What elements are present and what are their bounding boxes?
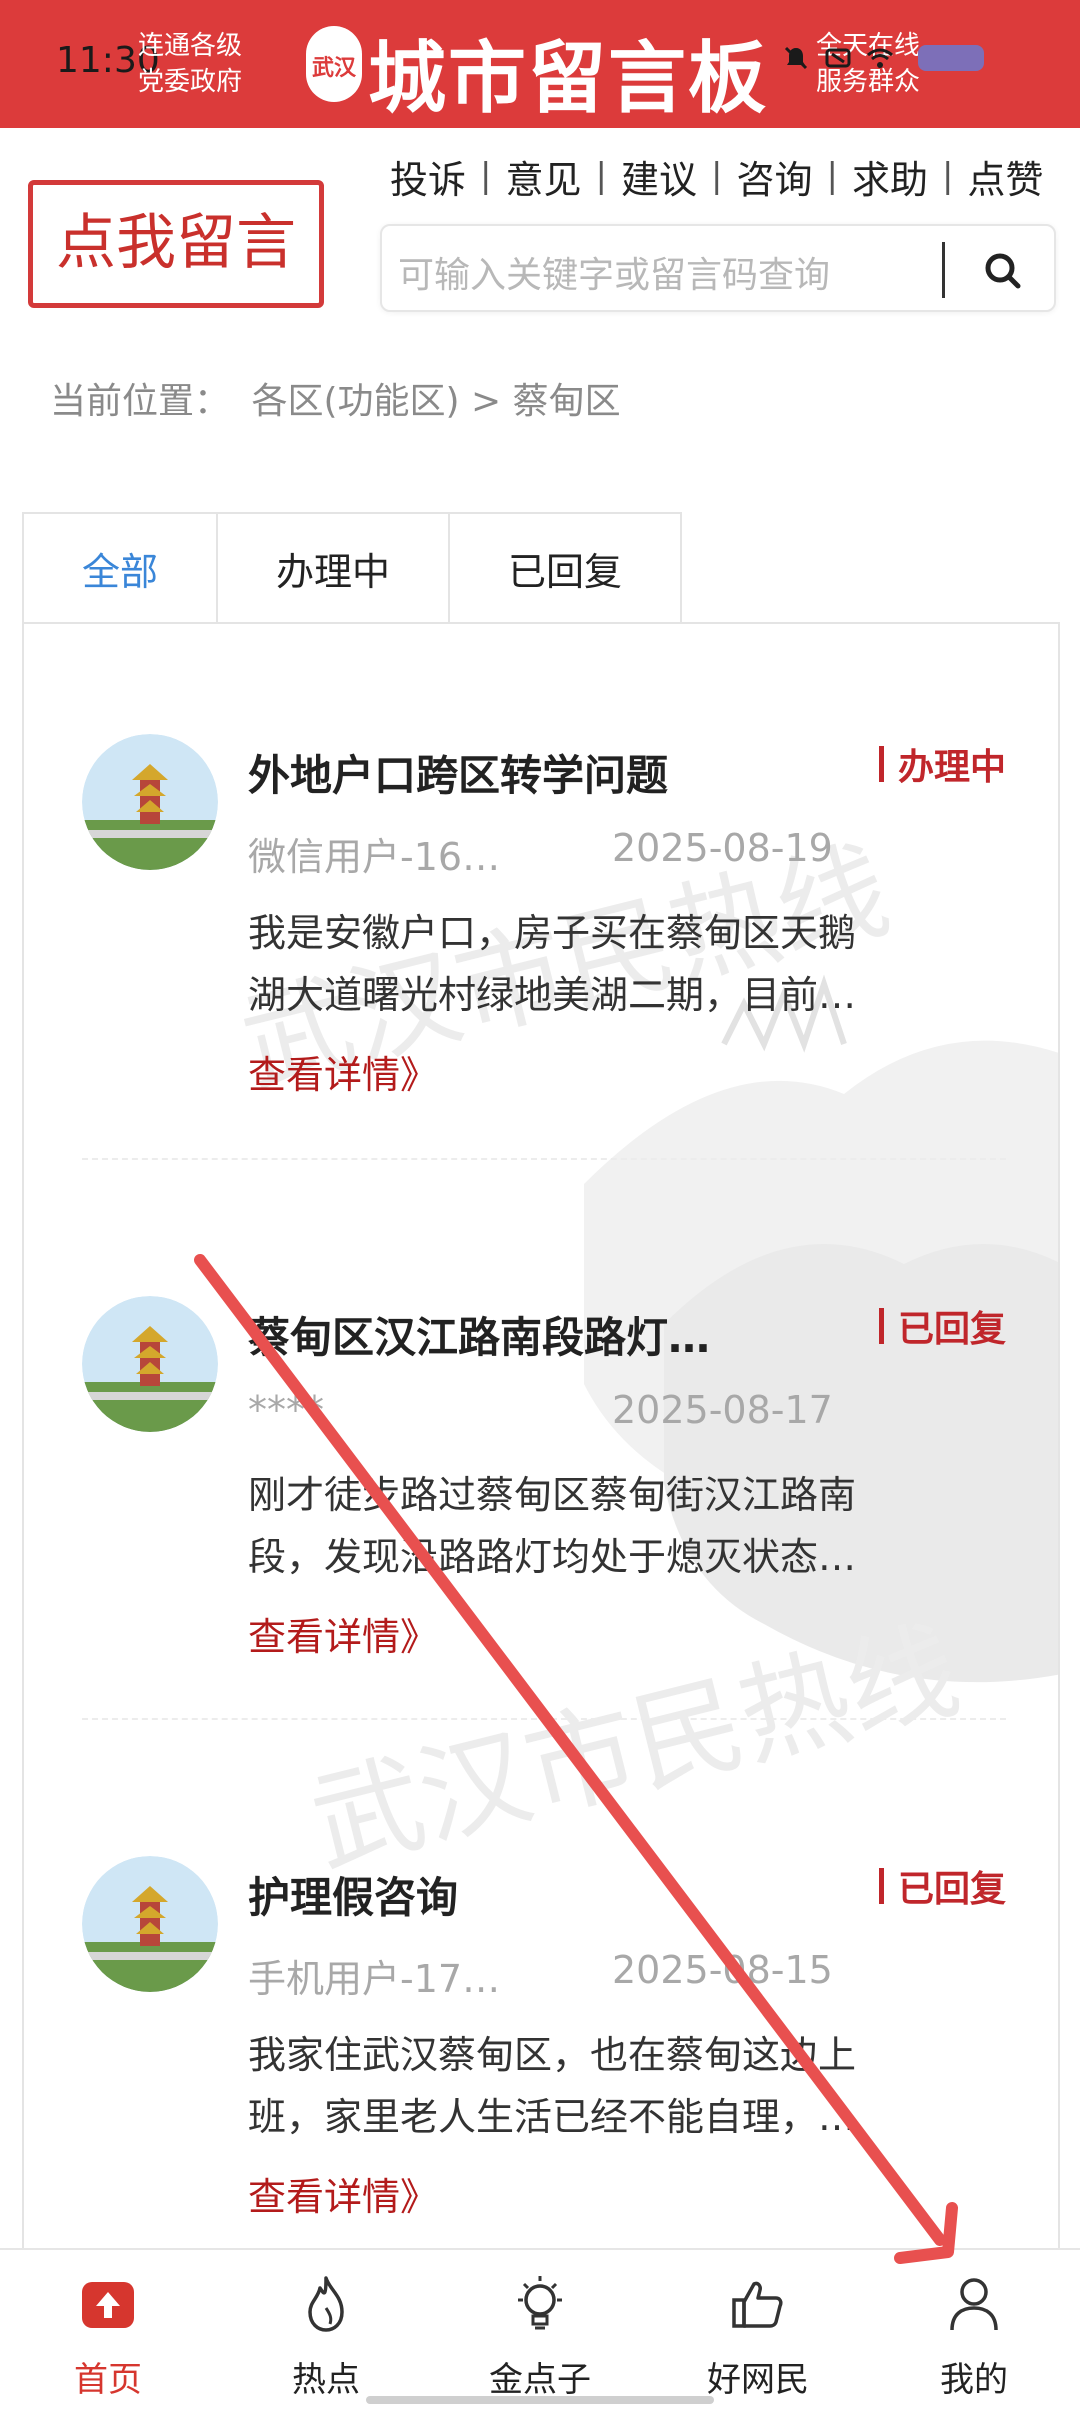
- message-body-line: 我家住武汉蔡甸区，也在蔡甸这边上: [248, 2033, 857, 2077]
- search-box[interactable]: 可输入关键字或留言码查询: [380, 224, 1056, 312]
- search-divider: [942, 242, 945, 298]
- status-badge-text: 办理中: [897, 747, 1006, 788]
- view-details-link[interactable]: 查看详情》: [248, 1044, 438, 1099]
- nav-home[interactable]: 首页: [28, 2250, 188, 2410]
- top-banner: 11:30 连通各级 党委政府 武汉 城市留言板 全天在线 服务群众: [0, 0, 1080, 128]
- list-item[interactable]: 蔡甸区汉江路南段路灯… 已回复 **** 2025-08-17 刚才徒步路过蔡甸…: [82, 1296, 1006, 1659]
- message-title[interactable]: 蔡甸区汉江路南段路灯…: [248, 1304, 768, 1365]
- message-list: 武汉市民热线 武汉市民热线 外地户口跨区转学问题 办理中 微信用户-16… 20…: [22, 622, 1060, 2262]
- nav-mine[interactable]: 我的: [894, 2250, 1054, 2410]
- person-icon: [950, 2278, 998, 2331]
- avatar: [82, 1856, 218, 1992]
- banner-slogan-left-line2: 党委政府: [138, 67, 243, 97]
- message-title[interactable]: 外地户口跨区转学问题: [248, 742, 768, 803]
- banner-slogan-left: 连通各级 党委政府: [138, 28, 242, 100]
- breadcrumb: 当前位置： 各区(功能区) > 蔡甸区: [50, 372, 621, 424]
- wifi-icon: [867, 48, 893, 68]
- message-user: ****: [248, 1388, 324, 1432]
- message-date: 2025-08-15: [612, 1948, 833, 1992]
- nav-good-netizen-label: 好网民: [707, 2360, 809, 2400]
- battery-icon: [918, 45, 984, 71]
- search-icon[interactable]: [962, 236, 1042, 304]
- mute-bell-icon: [784, 46, 808, 70]
- category-link-opinion[interactable]: 意见: [505, 149, 581, 204]
- message-date: 2025-08-17: [612, 1388, 833, 1432]
- signal-icon: [825, 48, 851, 68]
- breadcrumb-label: 当前位置：: [50, 381, 231, 422]
- list-item[interactable]: 护理假咨询 已回复 手机用户-17… 2025-08-15 我家住武汉蔡甸区，也…: [82, 1856, 1006, 2219]
- message-user: 微信用户-16…: [248, 835, 501, 879]
- message-body: 我是安徽户口，房子买在蔡甸区天鹅 湖大道曙光村绿地美湖二期，目前…: [248, 902, 1006, 1026]
- message-body: 刚才徒步路过蔡甸区蔡甸街汉江路南 段，发现沿路路灯均处于熄灭状态…: [248, 1464, 1006, 1588]
- nav-mine-label: 我的: [940, 2360, 1008, 2400]
- nav-hot[interactable]: 热点: [246, 2250, 406, 2410]
- message-body-line: 我是安徽户口，房子买在蔡甸区天鹅: [248, 911, 857, 955]
- home-upload-icon: [82, 2282, 134, 2328]
- nav-hot-label: 热点: [292, 2360, 360, 2400]
- home-indicator[interactable]: [366, 2396, 714, 2404]
- avatar: [82, 1296, 218, 1432]
- status-icons: [782, 44, 984, 72]
- filter-tabs: 全部 办理中 已回复: [22, 512, 682, 624]
- banner-title: 城市留言板: [368, 33, 769, 124]
- status-badge-text: 已回复: [897, 1309, 1006, 1350]
- message-title[interactable]: 护理假咨询: [248, 1864, 768, 1925]
- nav-good-netizen[interactable]: 好网民: [678, 2250, 838, 2410]
- category-link-praise[interactable]: 点赞: [967, 149, 1043, 204]
- bottom-nav: 首页 热点 金点子 好网民 我的: [0, 2248, 1080, 2408]
- message-body-line: 刚才徒步路过蔡甸区蔡甸街汉江路南: [248, 1473, 857, 1517]
- view-details-link[interactable]: 查看详情》: [248, 2166, 438, 2221]
- thumbs-up-icon: [732, 2281, 783, 2328]
- category-separator: |: [480, 156, 492, 196]
- leave-message-button[interactable]: 点我留言: [28, 180, 324, 308]
- divider: [82, 1158, 1006, 1160]
- category-separator: |: [826, 156, 838, 196]
- search-input[interactable]: 可输入关键字或留言码查询: [398, 246, 830, 298]
- status-badge-text: 已回复: [897, 1869, 1006, 1910]
- nav-ideas-label: 金点子: [489, 2360, 591, 2400]
- nav-ideas[interactable]: 金点子: [460, 2250, 620, 2410]
- message-user: 手机用户-17…: [248, 1957, 501, 2001]
- message-body-line: 班，家里老人生活已经不能自理，…: [248, 2095, 857, 2139]
- nav-home-label: 首页: [74, 2360, 142, 2400]
- view-details-link[interactable]: 查看详情》: [248, 1606, 438, 1661]
- category-links: 投诉 | 意见 | 建议 | 咨询 | 求助 | 点赞: [390, 148, 1043, 204]
- avatar: [82, 734, 218, 870]
- status-badge: 已回复: [878, 1860, 1006, 1912]
- tab-replied[interactable]: 已回复: [448, 512, 682, 624]
- category-separator: |: [710, 156, 723, 196]
- category-separator: |: [941, 156, 954, 196]
- wuhan-logo-text: 武汉: [311, 56, 356, 81]
- flame-icon: [308, 2276, 344, 2332]
- lightbulb-icon: [518, 2276, 562, 2330]
- list-item[interactable]: 外地户口跨区转学问题 办理中 微信用户-16… 2025-08-19 我是安徽户…: [82, 734, 1006, 1097]
- message-body-line: 段，发现沿路路灯均处于熄灭状态…: [248, 1535, 857, 1579]
- category-separator: |: [595, 156, 607, 196]
- tab-processing[interactable]: 办理中: [216, 512, 448, 624]
- banner-slogan-left-line1: 连通各级: [138, 31, 243, 61]
- divider: [82, 1718, 1006, 1720]
- message-body: 我家住武汉蔡甸区，也在蔡甸这边上 班，家里老人生活已经不能自理，…: [248, 2024, 1006, 2148]
- category-link-complaint[interactable]: 投诉: [390, 149, 466, 204]
- status-badge: 办理中: [878, 738, 1006, 790]
- category-link-consult[interactable]: 咨询: [736, 149, 812, 204]
- message-body-line: 湖大道曙光村绿地美湖二期，目前…: [248, 973, 857, 1017]
- message-date: 2025-08-19: [612, 826, 833, 870]
- category-link-help[interactable]: 求助: [852, 149, 928, 204]
- category-link-suggestion[interactable]: 建议: [621, 149, 697, 204]
- status-badge: 已回复: [878, 1300, 1006, 1352]
- breadcrumb-path[interactable]: 各区(功能区) > 蔡甸区: [251, 381, 620, 422]
- tab-all[interactable]: 全部: [22, 512, 216, 624]
- wuhan-logo: 武汉: [306, 26, 362, 102]
